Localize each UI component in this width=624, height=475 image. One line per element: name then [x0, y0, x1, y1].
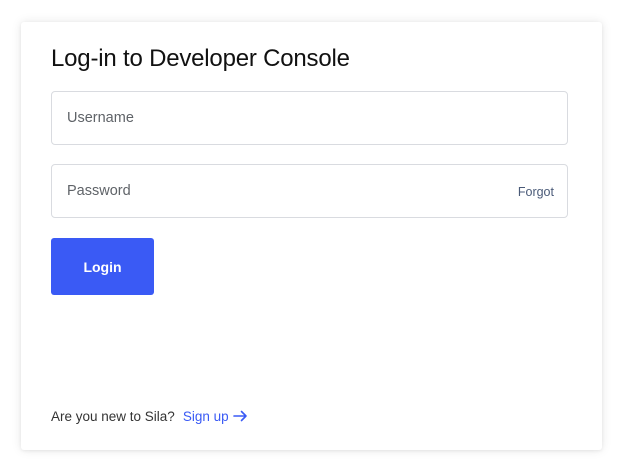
- password-field: Forgot: [51, 164, 568, 218]
- login-card: Log-in to Developer Console Forgot Login…: [21, 22, 602, 450]
- login-button[interactable]: Login: [51, 238, 154, 295]
- signup-label: Sign up: [182, 409, 229, 424]
- page-title: Log-in to Developer Console: [51, 45, 350, 72]
- username-input[interactable]: [52, 92, 567, 144]
- arrow-right-icon: [232, 410, 247, 422]
- signup-prompt: Are you new to Sila?: [51, 409, 175, 424]
- username-field: [51, 91, 568, 145]
- forgot-password-link[interactable]: Forgot: [518, 165, 554, 219]
- password-input[interactable]: [52, 165, 567, 217]
- signup-footer: Are you new to Sila? Sign up: [51, 407, 248, 427]
- signup-link[interactable]: Sign up: [183, 409, 248, 424]
- page: Log-in to Developer Console Forgot Login…: [0, 0, 624, 475]
